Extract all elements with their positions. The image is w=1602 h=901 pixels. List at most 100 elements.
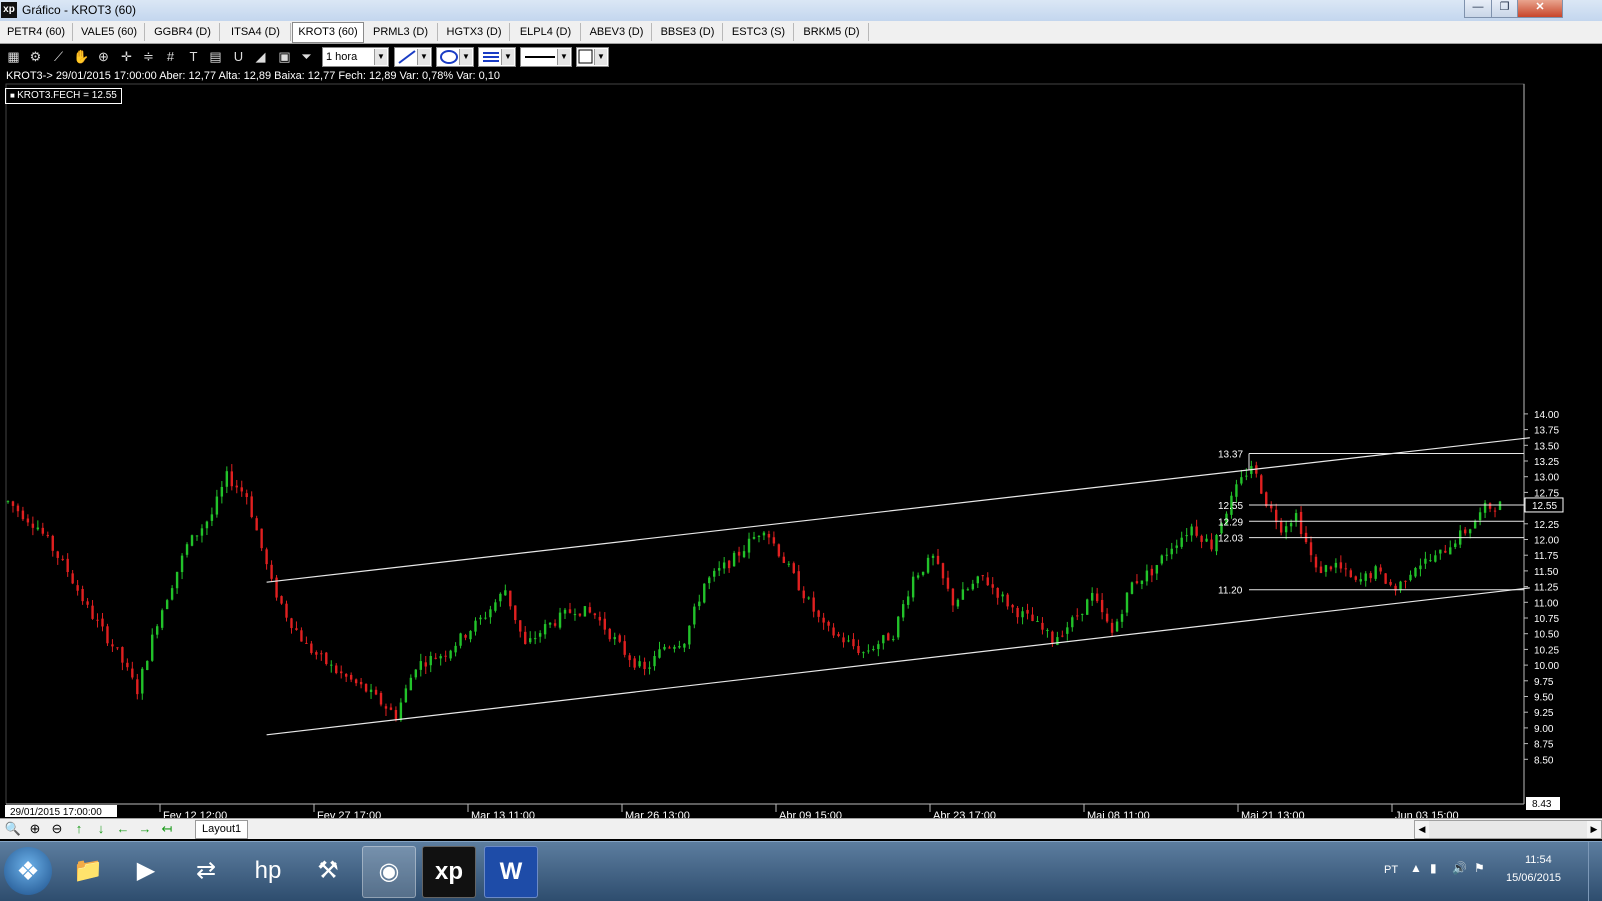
action-center-icon[interactable]: ⚑ [1474, 861, 1485, 875]
eraser-icon[interactable]: ◢ [252, 48, 269, 65]
candle-info-line: KROT3-> 29/01/2015 17:00:00 Aber: 12,77 … [6, 70, 501, 82]
layout-tab[interactable]: Layout1 [195, 820, 249, 839]
candle-body [175, 571, 179, 589]
candle-body [618, 635, 621, 642]
candle-body [1165, 554, 1168, 556]
filter-icon[interactable]: ⏷ [298, 48, 315, 65]
minimize-button[interactable]: — [1464, 0, 1492, 18]
tab-elpl4[interactable]: ELPL4 (D) [511, 23, 581, 41]
calculator-icon[interactable]: ▤ [207, 48, 224, 65]
candle-body [240, 487, 243, 492]
zoom-in-icon[interactable]: ⊕ [26, 820, 44, 838]
candle-body [1125, 592, 1129, 613]
candle-body [469, 630, 472, 640]
tab-ggbr4[interactable]: GGBR4 (D) [146, 23, 220, 41]
tools-icon[interactable]: ⚒ [302, 846, 354, 896]
candle-body [1284, 526, 1288, 533]
show-desktop-button[interactable] [1588, 842, 1602, 901]
hand-pan-icon[interactable]: ✋ [73, 48, 90, 65]
network-sharing-icon[interactable]: ⇄ [180, 846, 232, 896]
price-chart[interactable]: 13.37 12.55 12.29 12.03 11.20 14.00 13.75 13.50… [0, 80, 1602, 818]
signal-icon[interactable]: ▮ [1430, 861, 1437, 875]
chart-type-icon[interactable]: ▦ [5, 48, 22, 65]
arrow-up-icon[interactable]: ↑ [70, 820, 88, 838]
scroll-right-icon[interactable]: ▶ [1587, 821, 1601, 838]
chrome-icon[interactable]: ◉ [362, 846, 416, 898]
candle-body [926, 557, 930, 573]
chevron-down-icon: ▼ [594, 49, 607, 65]
tab-estc3[interactable]: ESTC3 (S) [724, 23, 794, 41]
tab-krot3[interactable]: KROT3 (60) [292, 22, 364, 43]
hp-icon[interactable]: hp [242, 846, 294, 896]
language-indicator[interactable]: PT [1384, 864, 1398, 876]
candle-body [195, 535, 199, 537]
windows-explorer-icon[interactable]: 📁 [62, 846, 114, 896]
horizontal-scrollbar[interactable]: ◀ ▶ [1414, 820, 1602, 839]
price-level-label: 12.03 [1218, 534, 1243, 545]
candle-body [51, 535, 54, 551]
zoom-out-icon[interactable]: ⊖ [48, 820, 66, 838]
clock-date[interactable]: 15/06/2015 [1506, 872, 1561, 884]
line-tool-select[interactable]: ▼ [394, 47, 432, 67]
maximize-button[interactable]: ❐ [1491, 0, 1518, 18]
tab-bbse3[interactable]: BBSE3 (D) [653, 23, 723, 41]
settings-gear-icon[interactable]: ⚙ [27, 48, 44, 65]
text-tool-icon[interactable]: T [185, 48, 202, 65]
candle-body [936, 555, 940, 564]
fibonacci-icon[interactable]: ≑ [140, 48, 157, 65]
word-icon[interactable]: W [484, 846, 538, 898]
candle-body [688, 625, 691, 645]
candle-body [563, 609, 567, 614]
candle-body [558, 612, 562, 628]
zoom-fit-icon[interactable]: 🔍 [4, 820, 22, 838]
interval-select[interactable]: 1 hora ▼ [322, 47, 389, 67]
candle-body [1429, 560, 1432, 562]
y-tick-label: 11.75 [1534, 551, 1559, 562]
candle-body [1493, 510, 1497, 512]
start-button[interactable]: ❖ [4, 847, 52, 895]
y-tick-label: 12.00 [1534, 536, 1559, 547]
zoom-area-icon[interactable]: ⊕ [95, 48, 112, 65]
candle-body [245, 493, 248, 498]
arrow-right-icon[interactable]: → [136, 820, 154, 838]
line-style-select[interactable]: ▼ [478, 47, 516, 67]
candle-body [315, 652, 318, 655]
plot-area[interactable] [5, 83, 1525, 805]
crosshair-icon[interactable]: ✛ [118, 48, 135, 65]
candle-body [519, 620, 522, 632]
clock-time[interactable]: 11:54 [1525, 854, 1552, 866]
shape-tool-select[interactable]: ▼ [436, 47, 474, 67]
y-tick-label: 14.00 [1534, 410, 1559, 421]
candle-body [86, 601, 89, 605]
media-player-icon[interactable]: ▶ [120, 846, 172, 896]
tab-itsa4[interactable]: ITSA4 (D) [221, 23, 291, 41]
candle-body [797, 571, 800, 591]
candle-body [250, 496, 253, 518]
volume-icon[interactable]: 🔊 [1452, 861, 1467, 875]
candle-body [285, 603, 288, 618]
clipboard-icon[interactable]: ▣ [276, 48, 293, 65]
show-hidden-icons-icon[interactable]: ▲ [1410, 861, 1422, 875]
arrow-end-icon[interactable]: ↤ [158, 820, 176, 838]
arrow-down-icon[interactable]: ↓ [92, 820, 110, 838]
y-tick-label: 11.50 [1534, 567, 1559, 578]
arrow-left-icon[interactable]: ← [114, 820, 132, 838]
grid-lines-icon[interactable]: # [162, 48, 179, 65]
candle-body [593, 613, 597, 616]
xp-investimentos-icon[interactable]: xp [422, 846, 476, 898]
close-button[interactable]: ✕ [1517, 0, 1563, 18]
tab-hgtx3[interactable]: HGTX3 (D) [439, 23, 510, 41]
magnet-icon[interactable]: U [230, 48, 247, 65]
candle-body [529, 638, 532, 643]
tab-petr4[interactable]: PETR4 (60) [0, 23, 73, 41]
tab-brkm5[interactable]: BRKM5 (D) [795, 23, 869, 41]
line-width-select[interactable]: ▼ [520, 47, 572, 67]
color-select[interactable]: ▼ [576, 47, 609, 67]
indicator-icon[interactable]: ⟋ [50, 48, 67, 65]
tab-prml3[interactable]: PRML3 (D) [364, 23, 438, 41]
tab-abev3[interactable]: ABEV3 (D) [582, 23, 652, 41]
tab-vale5[interactable]: VALE5 (60) [74, 23, 145, 41]
y-tick-label: 10.50 [1534, 630, 1559, 641]
x-tick-label: Mai 21 13:00 [1241, 810, 1305, 818]
scroll-left-icon[interactable]: ◀ [1415, 821, 1429, 838]
